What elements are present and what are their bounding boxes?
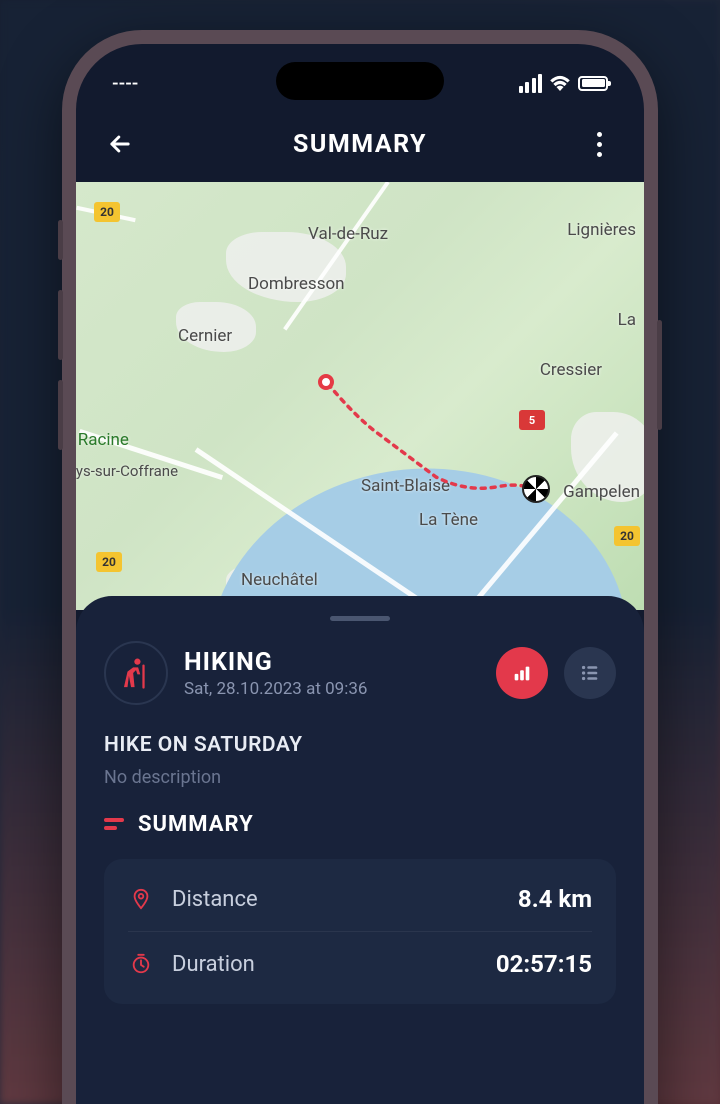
dynamic-island bbox=[276, 62, 444, 100]
status-time: ---- bbox=[112, 73, 138, 94]
volume-down-button bbox=[58, 380, 63, 450]
map-label: Lignières bbox=[567, 220, 636, 240]
page-title: SUMMARY bbox=[293, 130, 427, 159]
route-start-marker bbox=[318, 374, 334, 390]
section-header: SUMMARY bbox=[104, 812, 616, 837]
map-label: Cernier bbox=[178, 326, 232, 346]
stat-label: Duration bbox=[172, 952, 496, 977]
cellular-signal-icon bbox=[519, 74, 543, 93]
map-label: Saint-Blaise bbox=[361, 476, 450, 496]
stat-row-distance: Distance 8.4 km bbox=[128, 867, 592, 932]
map-label: Val-de-Ruz bbox=[308, 224, 388, 244]
back-button[interactable] bbox=[102, 126, 138, 162]
road-shield-icon: 5 bbox=[519, 410, 545, 430]
side-button bbox=[58, 220, 63, 260]
app-header: SUMMARY bbox=[76, 106, 644, 182]
road-shield-icon: 20 bbox=[94, 202, 120, 222]
road-shield-icon: 20 bbox=[96, 552, 122, 572]
activity-date-label: Sat, 28.10.2023 at 09:36 bbox=[184, 679, 480, 699]
chart-button[interactable] bbox=[496, 647, 548, 699]
map-label: La Tène bbox=[419, 510, 478, 530]
power-button bbox=[657, 320, 662, 430]
map-label: Gampelen bbox=[563, 482, 640, 502]
volume-up-button bbox=[58, 290, 63, 360]
activity-header: HIKING Sat, 28.10.2023 at 09:36 bbox=[104, 641, 616, 705]
section-title: SUMMARY bbox=[138, 812, 254, 837]
activity-description[interactable]: No description bbox=[104, 767, 616, 788]
map-view[interactable]: Val-de-Ruz Dombresson Cernier Lignières … bbox=[76, 182, 644, 610]
distance-pin-icon bbox=[128, 888, 154, 910]
stats-card: Distance 8.4 km Duration 02:57:15 bbox=[104, 859, 616, 1004]
map-label: Dombresson bbox=[248, 274, 345, 294]
map-label: Cressier bbox=[540, 360, 602, 380]
stat-value: 02:57:15 bbox=[496, 950, 592, 978]
summary-sheet[interactable]: HIKING Sat, 28.10.2023 at 09:36 HIKE ON … bbox=[76, 596, 644, 1104]
map-label: eys-sur-Coffrane bbox=[76, 462, 178, 480]
road-shield-icon: 20 bbox=[614, 526, 640, 546]
battery-icon bbox=[578, 76, 608, 91]
screen: ---- SUMMARY bbox=[76, 44, 644, 1104]
stat-label: Distance bbox=[172, 887, 518, 912]
activity-type-label: HIKING bbox=[184, 648, 480, 677]
map-label: t Racine bbox=[76, 430, 129, 450]
hiking-icon bbox=[104, 641, 168, 705]
wifi-icon bbox=[549, 75, 571, 91]
section-lines-icon bbox=[104, 816, 126, 834]
duration-clock-icon bbox=[128, 953, 154, 975]
sheet-grabber[interactable] bbox=[330, 616, 390, 621]
map-label: La bbox=[618, 310, 636, 330]
stat-value: 8.4 km bbox=[518, 885, 592, 913]
more-options-button[interactable] bbox=[582, 126, 618, 162]
route-finish-marker bbox=[522, 475, 550, 503]
phone-frame: ---- SUMMARY bbox=[62, 30, 658, 1104]
stat-row-duration: Duration 02:57:15 bbox=[128, 932, 592, 996]
list-button[interactable] bbox=[564, 647, 616, 699]
activity-title: HIKE ON SATURDAY bbox=[104, 733, 616, 757]
map-label: Neuchâtel bbox=[241, 570, 318, 590]
